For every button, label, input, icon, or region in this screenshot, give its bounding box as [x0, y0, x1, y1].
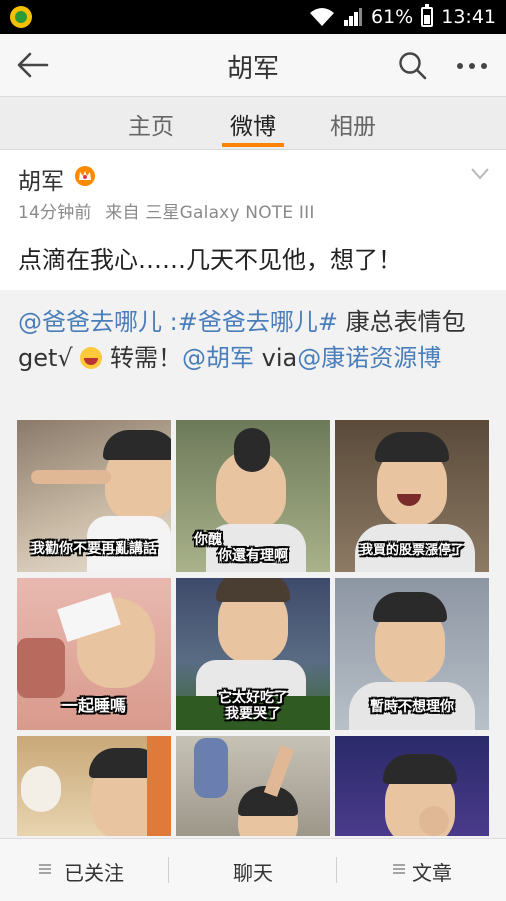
article-button[interactable]: 文章 [412, 857, 452, 886]
bottom-action-bar: 已关注 聊天 文章 [0, 838, 506, 901]
image-caption: 我勸你不要再亂講話 [31, 541, 157, 557]
mention-link[interactable]: @爸爸去哪儿 [18, 308, 162, 336]
wifi-icon [309, 7, 335, 27]
image-caption: 它太好吃了 我要哭了 [182, 690, 324, 722]
post-text: 点滴在我心……几天不见他，想了！ [18, 246, 402, 274]
menu-lines-icon [392, 861, 406, 875]
post-image[interactable] [17, 736, 171, 836]
hashtag-link[interactable]: #爸爸去哪儿# [178, 308, 338, 336]
repost-colon: : [162, 308, 178, 336]
followed-button[interactable]: 已关注 [64, 857, 124, 886]
clock: 13:41 [441, 6, 496, 28]
page-title: 胡军 [226, 54, 279, 84]
chevron-down-icon[interactable] [470, 166, 490, 180]
image-caption: 我買的股票漲停了 [359, 543, 464, 558]
repost-body-2: 转需！ [102, 344, 182, 372]
post-meta: 14分钟前 来自 三星Galaxy NOTE III [18, 198, 315, 223]
status-right: 61% 13:41 [309, 4, 496, 29]
post-image[interactable]: 它太好吃了 我要哭了 [176, 578, 330, 730]
weibo-post[interactable]: 胡军 14分钟前 来自 三星Galaxy NOTE III 点滴在我心……几天不… [0, 150, 506, 838]
caption-line: 你醜 [194, 532, 222, 548]
menu-lines-icon [38, 861, 52, 875]
mention-link[interactable]: @胡军 [182, 344, 254, 372]
repost-text: @爸爸去哪儿 :#爸爸去哪儿# 康总表情包get√ 转需！@胡军 via@康诺资… [18, 304, 488, 376]
caption-line: 我要哭了 [225, 706, 281, 722]
more-icon[interactable] [456, 51, 488, 81]
image-caption: 一起睡嗎 [61, 696, 126, 715]
post-source: 来自 三星Galaxy NOTE III [105, 203, 315, 223]
battery-percent: 61% [371, 6, 414, 28]
caption-line: 你還有理啊 [218, 548, 288, 564]
battery-icon [421, 4, 434, 27]
post-time: 14分钟前 [18, 203, 92, 223]
mention-link[interactable]: @康诺资源博 [297, 344, 441, 372]
post-image[interactable] [335, 736, 489, 836]
laughing-emoji-icon [80, 347, 103, 369]
title-bar: 胡军 [0, 34, 506, 97]
post-image[interactable]: 我勸你不要再亂講話 [17, 420, 171, 572]
chat-button[interactable]: 聊天 [233, 857, 273, 886]
vip-crown-icon [74, 165, 96, 187]
tab-weibo[interactable]: 微博 [230, 107, 276, 141]
repost-via: via [253, 344, 298, 372]
tab-album[interactable]: 相册 [330, 107, 376, 141]
image-caption: 暫時不想理你 [370, 699, 454, 715]
author-name[interactable]: 胡军 [18, 162, 64, 196]
post-image[interactable]: 我買的股票漲停了 [335, 420, 489, 572]
search-icon[interactable] [398, 51, 428, 81]
signal-icon [343, 7, 363, 27]
app-notification-icon [10, 6, 32, 28]
tab-home[interactable]: 主页 [128, 107, 174, 141]
post-image[interactable]: 一起睡嗎 [17, 578, 171, 730]
post-image[interactable]: 你醜 你還有理啊 [176, 420, 330, 572]
divider [336, 857, 337, 883]
active-tab-indicator [222, 143, 284, 147]
repost-block[interactable]: @爸爸去哪儿 :#爸爸去哪儿# 康总表情包get√ 转需！@胡军 via@康诺资… [0, 290, 506, 838]
profile-tabs: 主页 微博 相册 [0, 97, 506, 150]
caption-line: 它太好吃了 [218, 690, 288, 706]
divider [168, 857, 169, 883]
status-bar: 61% 13:41 [0, 0, 506, 34]
post-image[interactable]: 暫時不想理你 [335, 578, 489, 730]
image-caption: 你醜 你還有理啊 [182, 532, 324, 564]
post-image[interactable] [176, 736, 330, 836]
